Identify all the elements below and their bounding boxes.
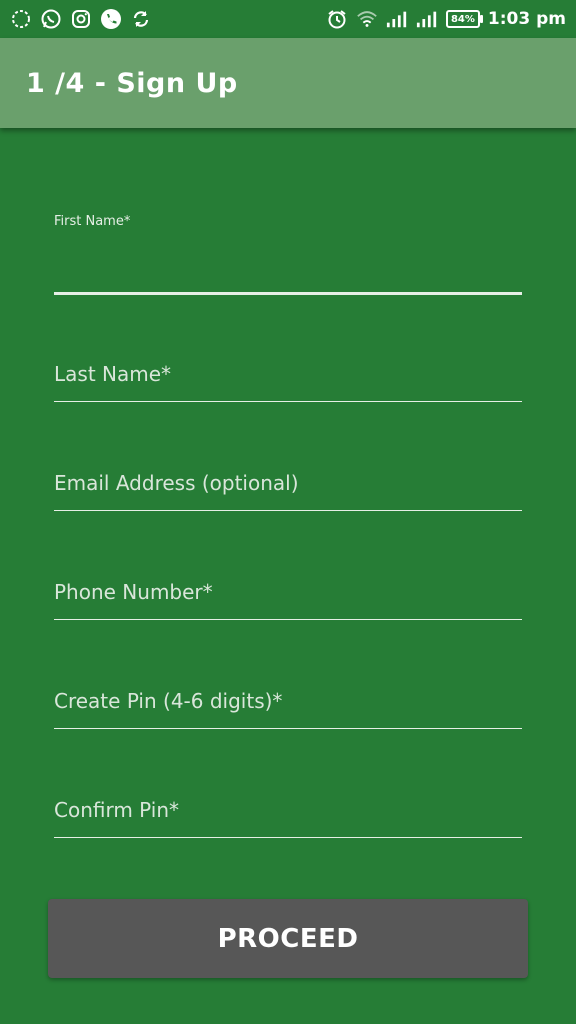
battery-indicator: 84%: [445, 10, 483, 28]
phone-label: Phone Number*: [54, 580, 213, 604]
status-bar: 84% 1:03 pm: [0, 0, 576, 38]
status-right: 84% 1:03 pm: [326, 8, 566, 30]
last-name-label: Last Name*: [54, 362, 172, 386]
status-time: 1:03 pm: [487, 9, 566, 29]
loading-circle-icon: [10, 8, 32, 30]
phone-field[interactable]: Phone Number*: [54, 578, 522, 622]
confirm-pin-field[interactable]: Confirm Pin*: [54, 796, 522, 840]
sync-icon: [130, 8, 152, 30]
confirm-pin-underline: [54, 837, 522, 838]
phone-underline: [54, 619, 522, 620]
wifi-icon: [356, 8, 378, 30]
alarm-icon: [326, 8, 348, 30]
first-name-underline: [54, 292, 522, 295]
create-pin-underline: [54, 728, 522, 729]
email-underline: [54, 510, 522, 511]
proceed-button[interactable]: PROCEED: [48, 899, 528, 978]
first-name-label: First Name*: [54, 214, 131, 229]
last-name-underline: [54, 401, 522, 402]
create-pin-label: Create Pin (4-6 digits)*: [54, 689, 283, 713]
phone-icon: [100, 8, 122, 30]
instagram-icon: [70, 8, 92, 30]
email-label: Email Address (optional): [54, 471, 299, 495]
confirm-pin-label: Confirm Pin*: [54, 798, 180, 822]
create-pin-field[interactable]: Create Pin (4-6 digits)*: [54, 687, 522, 731]
email-field[interactable]: Email Address (optional): [54, 469, 522, 513]
first-name-input[interactable]: [54, 254, 522, 290]
status-left: [10, 8, 152, 30]
last-name-field[interactable]: Last Name*: [54, 360, 522, 404]
app-bar: 1 /4 - Sign Up: [0, 38, 576, 128]
first-name-field[interactable]: First Name*: [54, 214, 522, 298]
signal-icon: [386, 8, 408, 30]
whatsapp-icon: [40, 8, 62, 30]
page-title: 1 /4 - Sign Up: [26, 67, 238, 99]
signal-icon: [416, 8, 438, 30]
